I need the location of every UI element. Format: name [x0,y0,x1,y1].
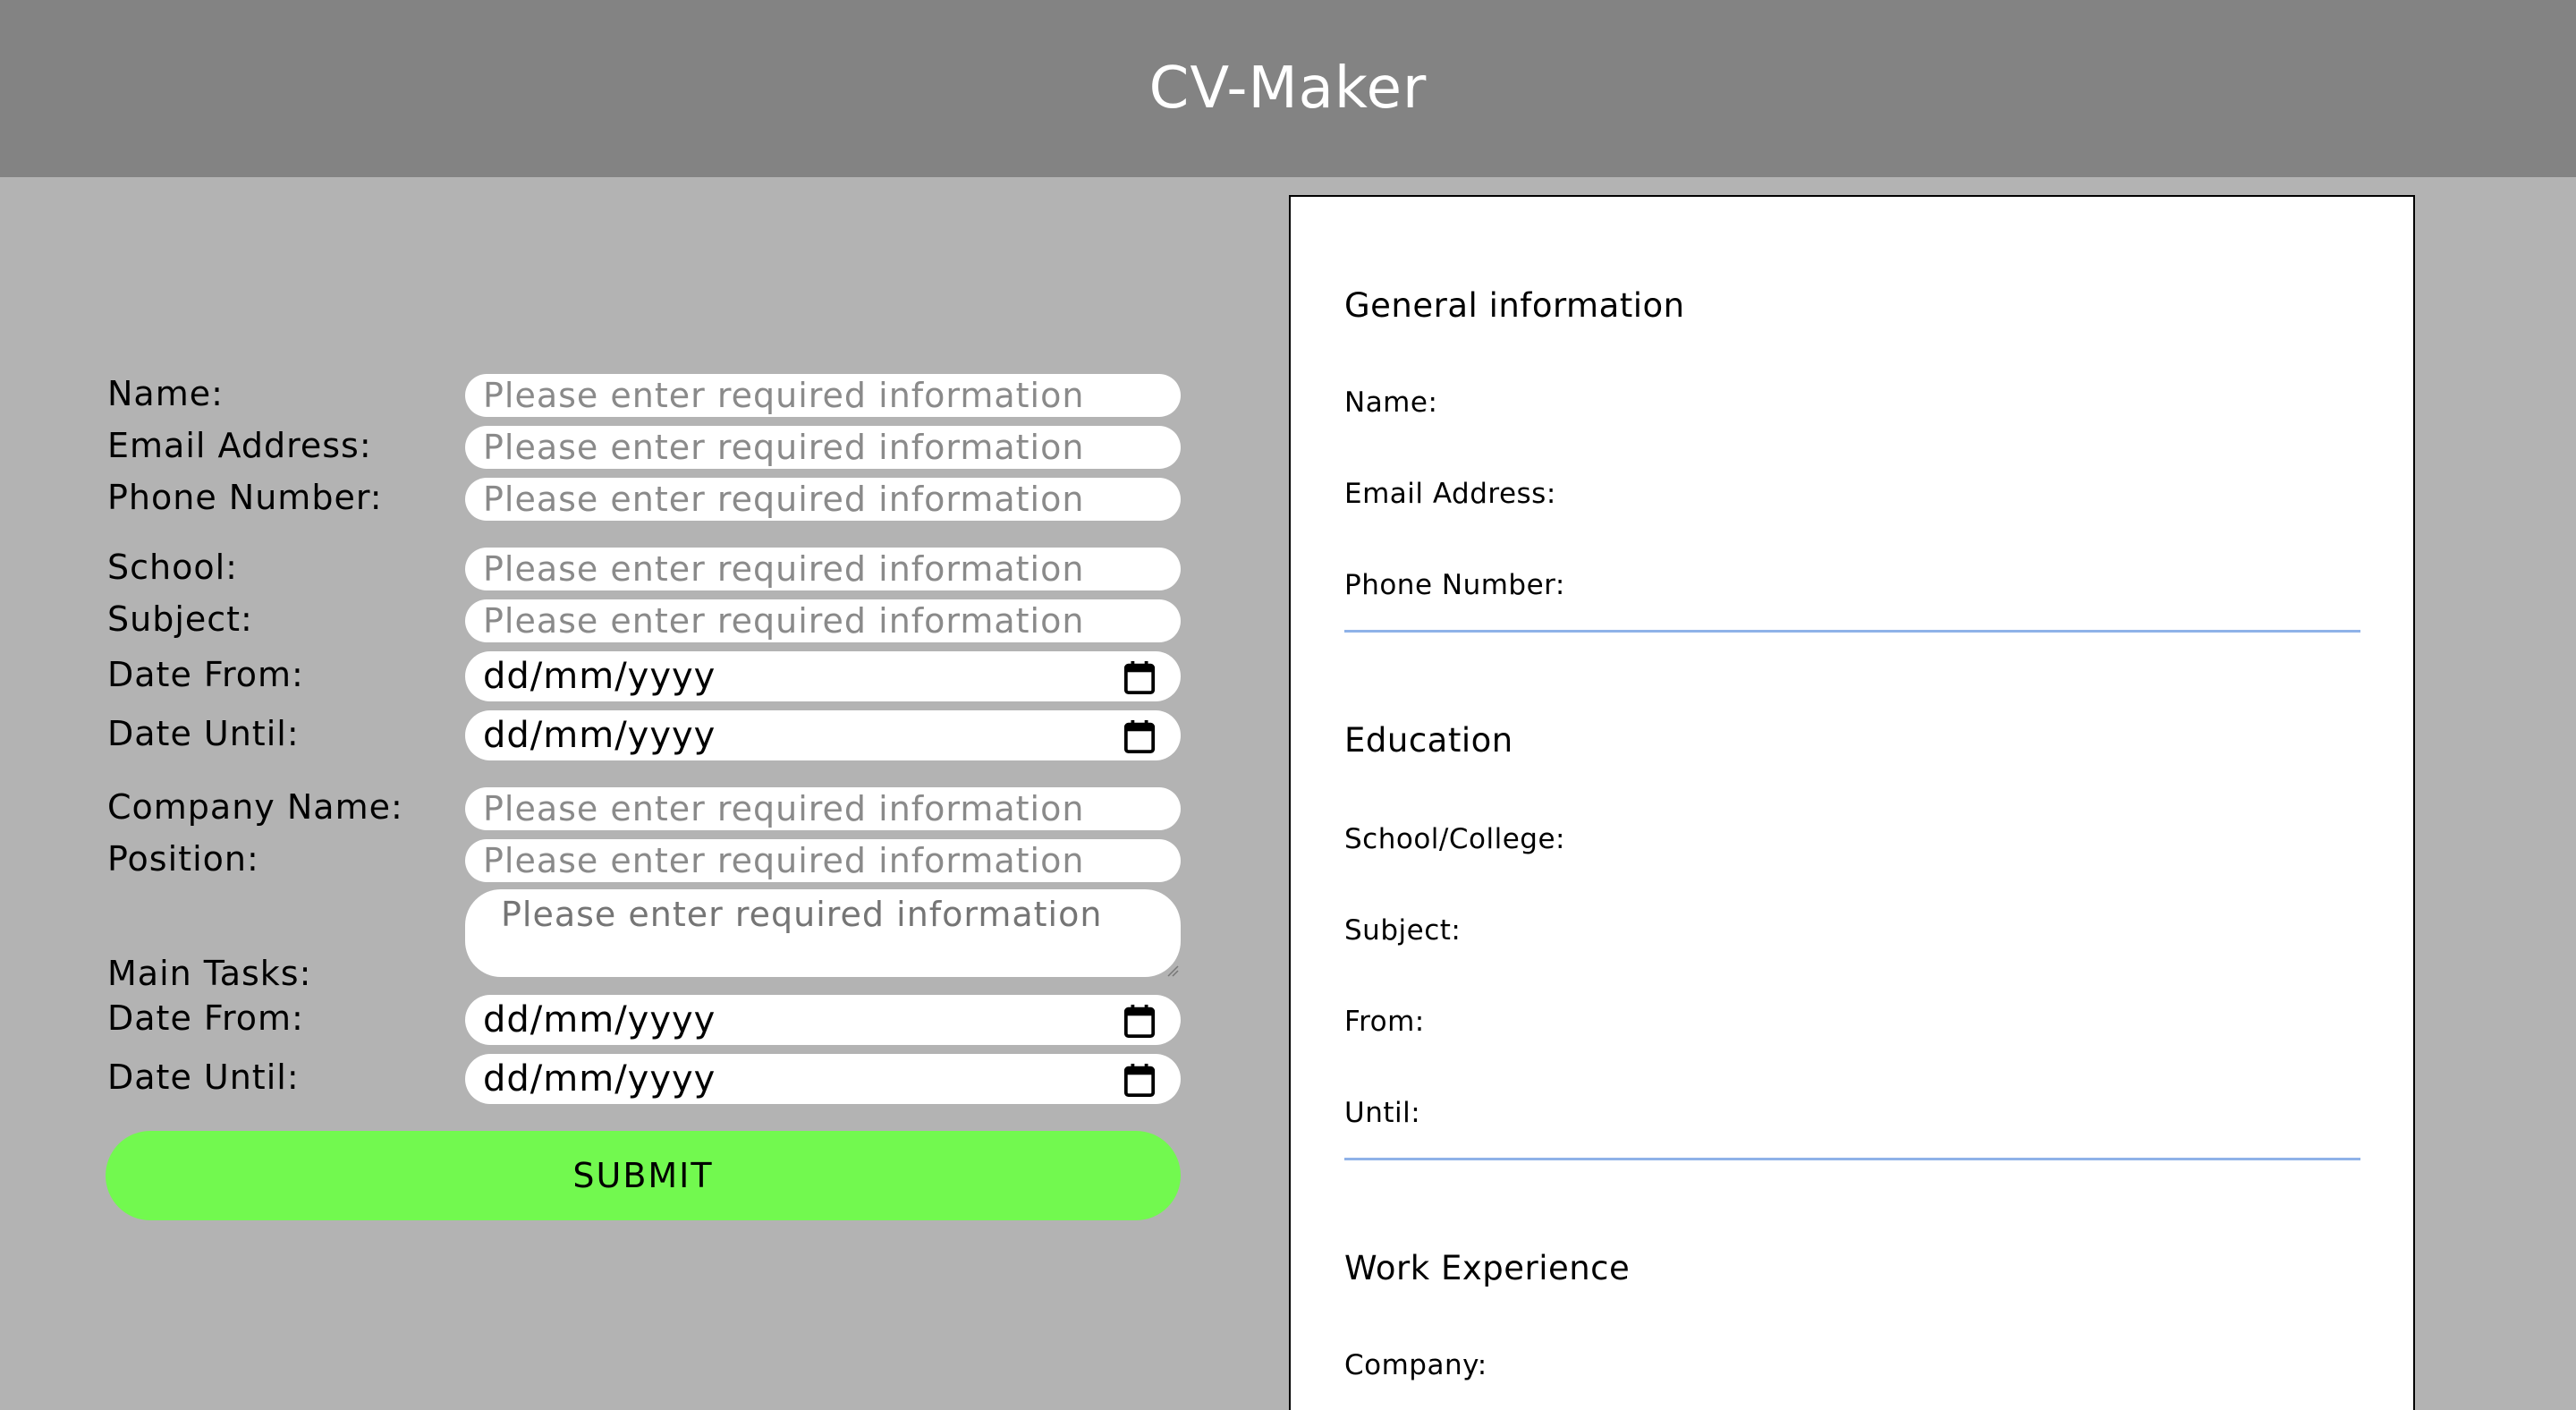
phone-input[interactable] [465,478,1181,521]
main-tasks-label: Main Tasks: [107,954,312,993]
edu-date-from-value: dd/mm/yyyy [483,656,716,697]
preview-name-label: Name: [1344,386,1438,419]
education-heading: Education [1344,721,1513,760]
edu-date-until-label: Date Until: [107,714,300,753]
work-date-from-input[interactable]: dd/mm/yyyy [465,995,1181,1045]
resize-grip-icon[interactable] [1165,963,1179,977]
work-date-until-label: Date Until: [107,1058,300,1097]
work-experience-heading: Work Experience [1344,1249,1631,1287]
app-header: CV-Maker [0,0,2576,177]
work-date-until-value: dd/mm/yyyy [483,1058,716,1100]
work-date-until-input[interactable]: dd/mm/yyyy [465,1054,1181,1104]
subject-label: Subject: [107,599,253,639]
position-label: Position: [107,839,259,879]
name-label: Name: [107,374,224,413]
edu-date-until-input[interactable]: dd/mm/yyyy [465,710,1181,760]
main-tasks-textarea[interactable] [465,889,1181,977]
edu-date-from-label: Date From: [107,655,304,694]
company-input[interactable] [465,787,1181,830]
preview-phone-label: Phone Number: [1344,569,1565,601]
name-input[interactable] [465,374,1181,417]
email-label: Email Address: [107,426,372,465]
cv-preview: General information Name: Email Address:… [1289,195,2415,1410]
section-divider [1344,1158,2360,1160]
work-date-from-value: dd/mm/yyyy [483,999,716,1041]
company-label: Company Name: [107,787,403,827]
section-divider [1344,630,2360,633]
school-input[interactable] [465,548,1181,590]
subject-input[interactable] [465,599,1181,642]
phone-label: Phone Number: [107,478,383,517]
work-date-from-label: Date From: [107,998,304,1038]
edu-date-until-value: dd/mm/yyyy [483,715,716,756]
general-info-heading: General information [1344,286,1685,325]
submit-button[interactable]: SUBMIT [106,1131,1181,1220]
calendar-icon[interactable] [1123,660,1156,694]
calendar-icon[interactable] [1123,1063,1156,1097]
app-title: CV-Maker [1148,55,1428,122]
position-input[interactable] [465,839,1181,882]
preview-school-label: School/College: [1344,823,1565,855]
edu-date-from-input[interactable]: dd/mm/yyyy [465,651,1181,701]
preview-subject-label: Subject: [1344,914,1462,947]
preview-email-label: Email Address: [1344,478,1556,510]
calendar-icon[interactable] [1123,1004,1156,1038]
preview-company-label: Company: [1344,1349,1487,1381]
calendar-icon[interactable] [1123,719,1156,753]
preview-from-label: From: [1344,1006,1425,1038]
preview-until-label: Until: [1344,1097,1421,1129]
school-label: School: [107,548,238,587]
email-input[interactable] [465,426,1181,469]
